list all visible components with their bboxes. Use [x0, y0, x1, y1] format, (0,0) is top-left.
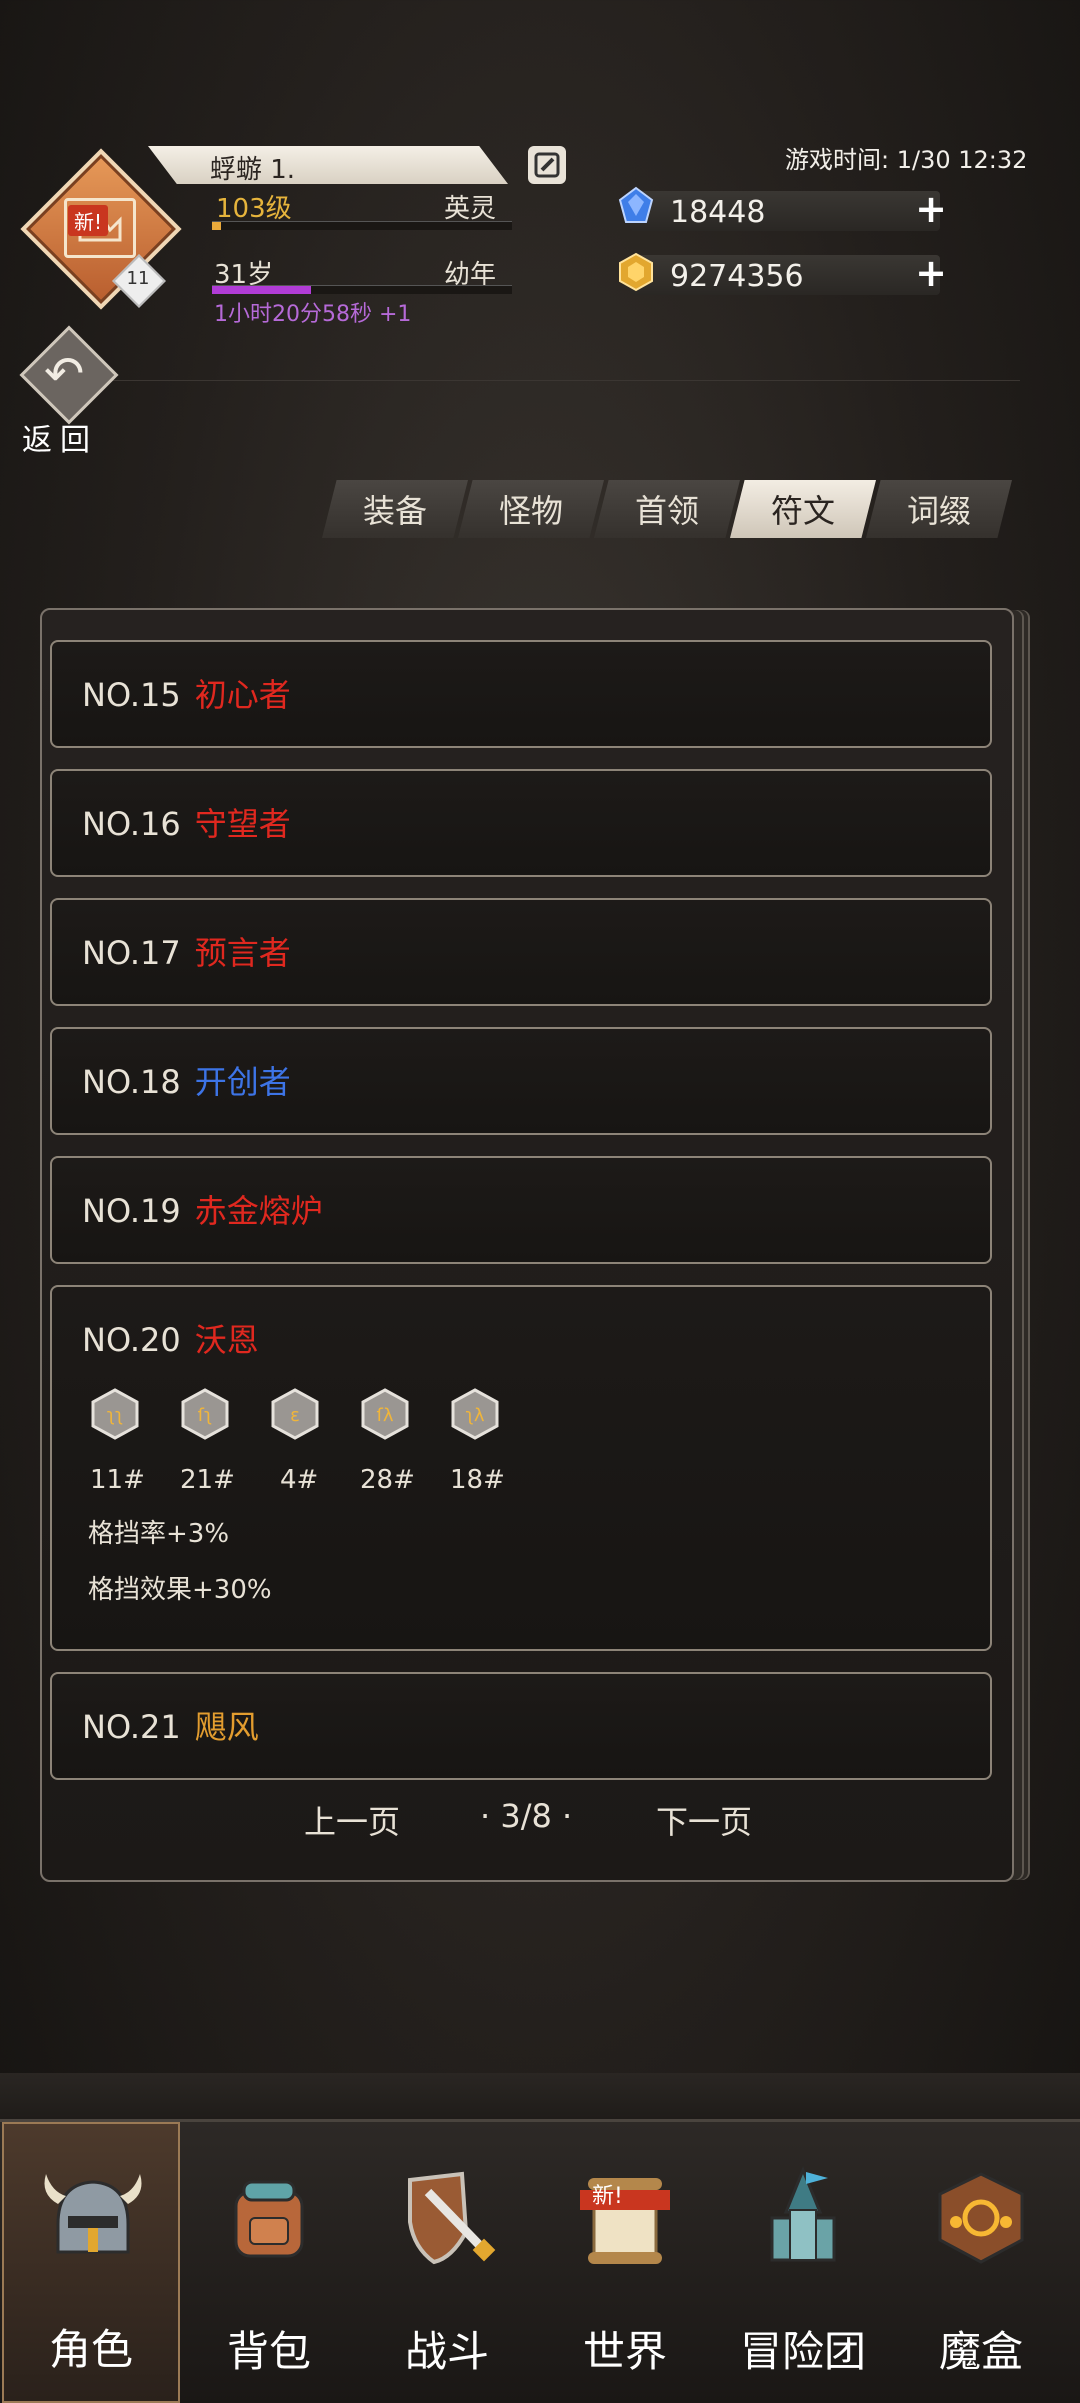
age-bar — [212, 285, 512, 294]
nav-label: 角色 — [48, 2325, 133, 2374]
item-name: 守望者 — [194, 805, 291, 843]
list-item[interactable]: NO.16 守望者 — [50, 769, 992, 877]
nav-world[interactable]: 新! 世界 — [536, 2122, 714, 2403]
new-badge: 新! — [592, 2184, 623, 2209]
list-item[interactable]: NO.19 赤金熔炉 — [50, 1156, 992, 1264]
item-number: NO.18 — [82, 1063, 181, 1101]
tab-affixes[interactable]: 词缀 — [866, 480, 1012, 538]
nav-character[interactable]: 角色 — [2, 2122, 180, 2403]
rune-number: 21# — [180, 1465, 235, 1495]
new-badge: 新! — [68, 205, 109, 236]
avatar-level-text: 11 — [126, 268, 150, 289]
helmet-icon — [44, 2174, 142, 2254]
edit-name-icon[interactable] — [528, 146, 566, 184]
player-name: 蜉蝣 1. — [210, 155, 296, 185]
gold-coin-icon — [619, 252, 653, 292]
gold-count: 9274356 — [670, 259, 804, 294]
back-arrow-icon: ↶ — [44, 346, 85, 402]
age-timer: 1小时20分58秒 +1 — [214, 302, 412, 327]
magic-box-icon — [938, 2172, 1024, 2264]
game-time: 游戏时间: 1/30 12:32 — [785, 146, 1028, 174]
list-item[interactable]: NO.17 预言者 — [50, 898, 992, 1006]
tab-monsters[interactable]: 怪物 — [458, 480, 604, 538]
scroll-icon — [580, 2178, 670, 2264]
nav-label: 魔盒 — [938, 2327, 1023, 2376]
item-name: 赤金熔炉 — [194, 1192, 323, 1230]
nav-magic-box[interactable]: 魔盒 — [892, 2122, 1070, 2403]
page-indicator: · 3/8 · — [480, 1797, 573, 1835]
nav-backpack[interactable]: 背包 — [180, 2122, 358, 2403]
gem-count: 18448 — [670, 195, 766, 230]
rune-icon[interactable]: ſλ — [358, 1387, 412, 1441]
svg-text:ʅʅ: ʅʅ — [107, 1405, 124, 1426]
player-level: 103级 — [216, 194, 292, 224]
sword-shield-icon — [408, 2171, 496, 2265]
svg-text:ſʅ: ſʅ — [198, 1405, 213, 1426]
nav-separator — [0, 2073, 1080, 2119]
back-label: 返回 — [22, 423, 98, 458]
rune-number: 11# — [90, 1465, 145, 1495]
item-name: 飓风 — [194, 1708, 259, 1746]
nav-label: 战斗 — [404, 2327, 489, 2376]
next-page-button[interactable]: 下一页 — [656, 1797, 752, 1843]
add-gems-icon[interactable]: + — [914, 190, 948, 228]
backpack-icon — [234, 2180, 304, 2258]
castle-icon — [770, 2166, 836, 2262]
nav-label: 世界 — [582, 2327, 667, 2376]
rune-number: 28# — [360, 1465, 415, 1495]
nav-label: 背包 — [226, 2327, 311, 2376]
exp-bar-fill — [212, 222, 221, 230]
header-divider — [60, 380, 1020, 381]
item-number: NO.16 — [82, 805, 181, 843]
item-name: 预言者 — [194, 934, 291, 972]
list-item[interactable]: NO.18 开创者 — [50, 1027, 992, 1135]
svg-text:ʅλ: ʅλ — [466, 1405, 485, 1426]
rune-icon[interactable]: ʅʅ — [88, 1387, 142, 1441]
pagination: 上一页 · 3/8 · 下一页 — [40, 1797, 1010, 1841]
age-bar-fill — [212, 286, 311, 294]
exp-bar — [212, 221, 512, 230]
list-item[interactable]: NO.15 初心者 — [50, 640, 992, 748]
runeword-panel: NO.15 初心者 NO.16 守望者 NO.17 预言者 NO.18 开创者 NO.1… — [40, 608, 1014, 1882]
tab-bosses[interactable]: 首领 — [594, 480, 740, 538]
item-number: NO.19 — [82, 1192, 181, 1230]
svg-text:ɛ: ɛ — [290, 1405, 300, 1426]
rune-icon[interactable]: ɛ — [268, 1387, 322, 1441]
list-item[interactable]: NO.21 飓风 — [50, 1672, 992, 1780]
nav-label: 冒险团 — [739, 2327, 866, 2376]
back-button[interactable]: ↶ 返回 — [12, 325, 120, 458]
list-item-expanded[interactable]: NO.20 沃恩 ʅʅ ſʅ ɛ ſλ ʅλ 11# 21# 4# 28# 18#… — [50, 1285, 992, 1651]
rune-number: 18# — [450, 1465, 505, 1495]
item-name: 沃恩 — [194, 1321, 259, 1359]
nav-adventure-team[interactable]: 冒险团 — [714, 2122, 892, 2403]
item-number: NO.20 — [82, 1321, 181, 1359]
rune-stat: 格挡效果+30% — [88, 1575, 272, 1605]
blue-gem-icon — [618, 186, 654, 223]
nav-battle[interactable]: 战斗 — [358, 2122, 536, 2403]
rune-icon[interactable]: ſʅ — [178, 1387, 232, 1441]
item-name: 开创者 — [194, 1063, 291, 1101]
svg-text:ſλ: ſλ — [377, 1405, 394, 1426]
tab-equipment[interactable]: 装备 — [322, 480, 468, 538]
item-name: 初心者 — [194, 676, 291, 714]
add-gold-icon[interactable]: + — [914, 254, 948, 292]
item-number: NO.21 — [82, 1708, 181, 1746]
prev-page-button[interactable]: 上一页 — [304, 1797, 400, 1843]
rune-icon[interactable]: ʅλ — [448, 1387, 502, 1441]
rune-stat: 格挡率+3% — [88, 1519, 230, 1549]
bottom-nav: 角色 背包 战斗 新! 世界 冒险团 魔盒 — [0, 2119, 1080, 2403]
rune-number: 4# — [280, 1465, 319, 1495]
item-number: NO.15 — [82, 676, 181, 714]
player-rank: 英灵 — [444, 194, 497, 224]
name-plate — [148, 146, 508, 184]
item-number: NO.17 — [82, 934, 181, 972]
tab-runes[interactable]: 符文 — [730, 480, 876, 538]
